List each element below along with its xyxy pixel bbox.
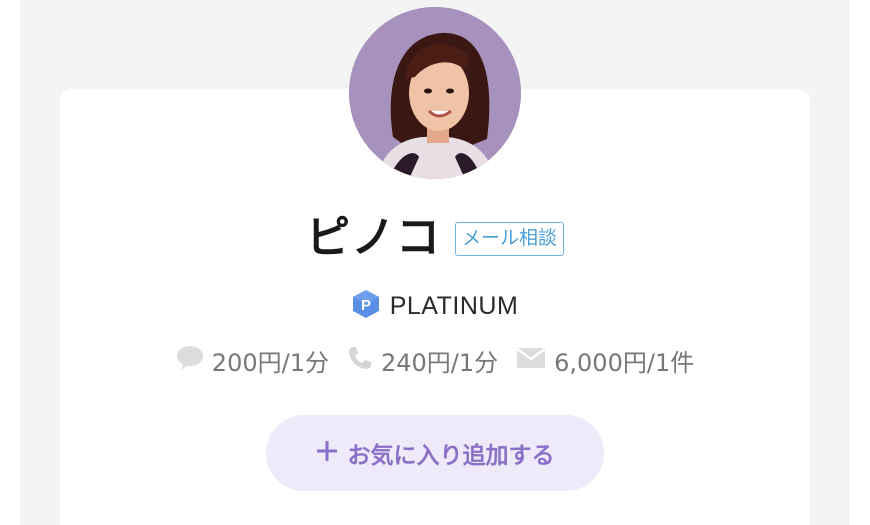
mail-icon xyxy=(516,347,546,373)
rank-row: P PLATINUM xyxy=(0,288,870,324)
rank-label: PLATINUM xyxy=(389,291,519,320)
chat-price-text: 200円/1分 xyxy=(211,348,329,377)
add-favorite-button[interactable]: お気に入り追加する xyxy=(266,415,604,491)
name-row: ピノコ メール相談 xyxy=(0,209,870,267)
plus-icon xyxy=(316,440,338,466)
phone-icon xyxy=(347,345,373,375)
profile-page: ピノコ メール相談 P PLATINUM 200円/1分 240円/1分 6,0… xyxy=(0,0,870,525)
mail-consult-badge: メール相談 xyxy=(454,222,564,256)
profile-name: ピノコ xyxy=(305,212,441,263)
add-favorite-label: お気に入り追加する xyxy=(347,443,555,469)
price-row: 200円/1分 240円/1分 6,000円/1件 xyxy=(0,340,870,380)
chat-price: 200円/1分 xyxy=(176,343,329,378)
platinum-hexagon-icon: P xyxy=(352,289,380,323)
phone-price: 240円/1分 xyxy=(347,343,498,378)
chat-bubble-icon xyxy=(176,345,204,375)
rank-icon-letter: P xyxy=(361,297,371,314)
phone-price-text: 240円/1分 xyxy=(380,348,499,377)
mail-price: 6,000円/1件 xyxy=(516,343,694,378)
mail-price-text: 6,000円/1件 xyxy=(554,348,695,377)
avatar xyxy=(349,7,521,179)
